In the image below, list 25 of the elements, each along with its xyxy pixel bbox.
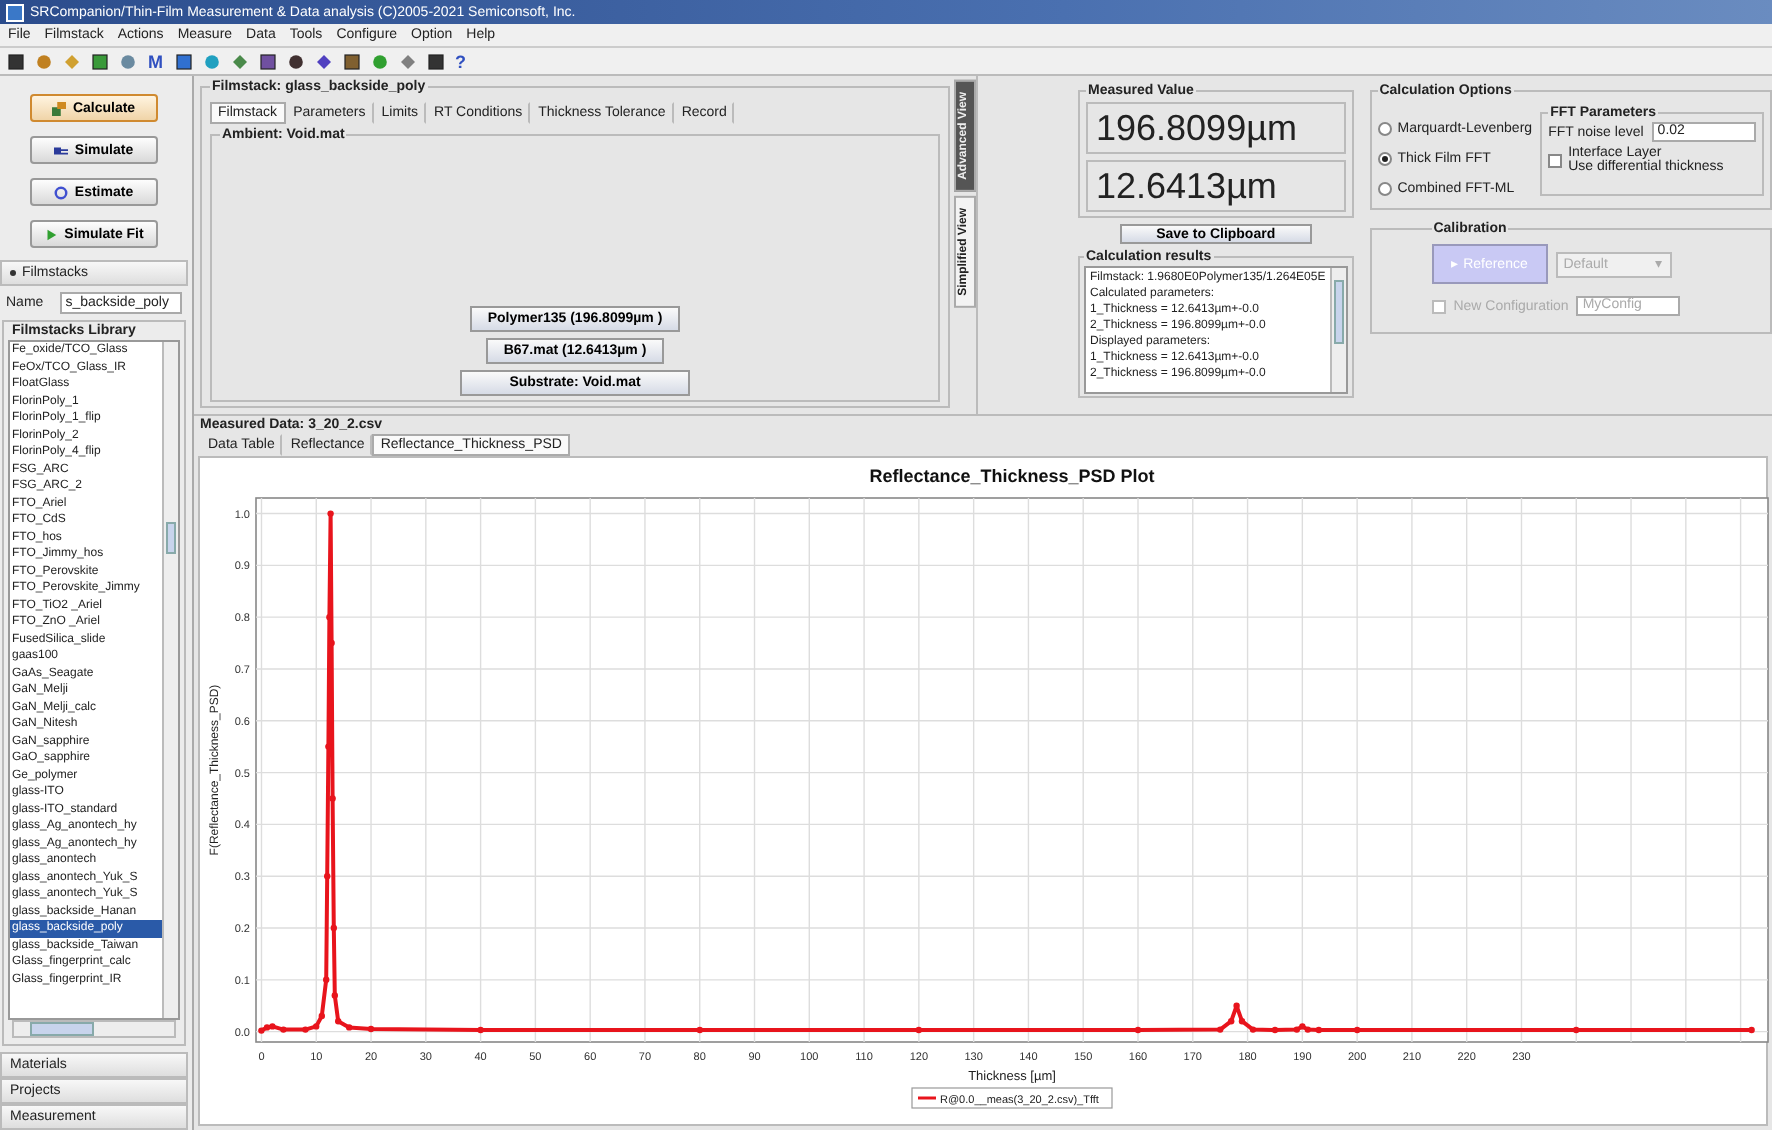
ring-icon xyxy=(54,185,69,199)
radio-button[interactable] xyxy=(1377,182,1392,196)
play-icon xyxy=(44,227,59,241)
toolbar-square-icon[interactable] xyxy=(92,53,108,69)
scrollbar[interactable] xyxy=(162,342,178,1018)
toolbar-square-icon[interactable] xyxy=(427,53,443,69)
value-display: 12.6413µm xyxy=(1086,160,1346,212)
toolbar-square-icon[interactable] xyxy=(175,53,191,69)
checkbox[interactable] xyxy=(1548,153,1563,167)
toolbar-button[interactable]: ? xyxy=(455,51,466,71)
toolbar-diamond-icon[interactable] xyxy=(399,53,415,69)
toolbar-square-icon[interactable] xyxy=(8,53,24,69)
radio-button[interactable] xyxy=(1377,152,1392,166)
toolbar-square-icon[interactable] xyxy=(259,53,275,69)
toolbar-square-icon[interactable] xyxy=(343,53,359,69)
toolbar-diamond-icon[interactable] xyxy=(231,53,247,69)
toolbar-button[interactable]: M xyxy=(148,51,163,71)
value-display: 196.8099µm xyxy=(1086,102,1346,154)
toolbar-diamond-icon[interactable] xyxy=(315,53,331,69)
scrollbar[interactable] xyxy=(12,1020,176,1038)
chart-title: Reflectance_Thickness_PSD Plot xyxy=(869,466,1155,486)
app-icon xyxy=(6,3,24,21)
radio-button[interactable] xyxy=(1377,122,1392,136)
plug-icon xyxy=(54,143,69,157)
toolbar-circle-icon[interactable] xyxy=(287,53,303,69)
